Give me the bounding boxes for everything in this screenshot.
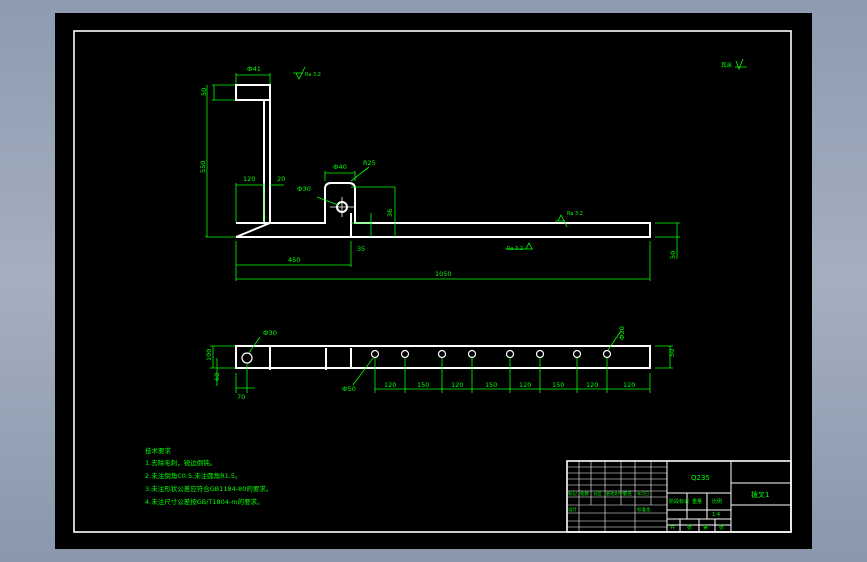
rough-mid: Ra 3.2 [567, 211, 583, 217]
dim-vertical-height: 550 [199, 161, 207, 173]
dim-left-width: 120 [243, 175, 255, 183]
dim-spacing-7: 120 [586, 381, 598, 389]
dim-hole-dia: Ф30 [297, 185, 311, 193]
dim-total-length: 1050 [435, 270, 452, 278]
note-line-1: 1.去除毛刺，锐边倒钝。 [145, 458, 216, 467]
dim-slot-depth: 36 [386, 209, 394, 217]
dim-top-height: 50 [200, 88, 208, 96]
dim-plan-right-height: 50 [668, 349, 676, 357]
row-label-3: 分区 [593, 490, 602, 497]
row-label-1: 标记 [568, 490, 577, 497]
sheet-label-3: 第 [703, 524, 708, 531]
plan-view [235, 345, 651, 370]
plan-dim-text: Ф30 Ф20 100 60 70 Ф50 50 120 150 120 150… [205, 326, 676, 401]
rough-bottom: Ra 3.2 [507, 246, 523, 252]
sheet-label-2: 张 [687, 524, 692, 531]
std-label: 标准化 [637, 506, 651, 513]
cad-drawing: Ф41 50 550 120 20 Ф40 R25 Ф30 36 35 450 … [73, 30, 792, 533]
row-label-2: 处数 [580, 490, 589, 497]
dim-bolt-hole: Ф50 [342, 385, 356, 393]
rough-other: 其余 [721, 61, 733, 69]
row-label-6: 年月日 [637, 490, 649, 496]
dim-right-hole: Ф20 [618, 326, 626, 340]
dim-spacing-8: 120 [623, 381, 635, 389]
dim-spacing-5: 120 [519, 381, 531, 389]
scale-value: 1:4 [712, 512, 720, 518]
dim-end-hole: Ф30 [263, 329, 277, 337]
dim-half-length: 450 [288, 256, 300, 264]
material: Q235 [691, 474, 710, 482]
dim-spacing-1: 120 [384, 381, 396, 389]
dim-height-left: 100 [205, 349, 213, 361]
dim-spacing-4: 150 [485, 381, 497, 389]
plan-holes [241, 349, 612, 364]
top-flange [235, 84, 271, 101]
outer-frame [73, 30, 792, 533]
dim-web-width: 20 [277, 175, 285, 183]
plan-dimensions [210, 330, 673, 393]
weight-label: 重量 [692, 498, 702, 505]
dim-spacing-6: 150 [552, 381, 564, 389]
dim-rib-small: 35 [357, 245, 365, 253]
row-label-5: 签名 [623, 490, 632, 497]
dim-slot-width: Ф40 [333, 163, 347, 171]
drawing-viewport[interactable]: Ф41 50 550 120 20 Ф40 R25 Ф30 36 35 450 … [55, 13, 812, 549]
dim-left-offset: 70 [237, 393, 245, 401]
design-label: 设计 [568, 506, 577, 513]
note-line-4: 4.未注尺寸公差按GB/T1804-m的要求。 [145, 497, 264, 506]
rough-top: Ra 3.2 [305, 72, 321, 78]
front-view [235, 84, 651, 238]
dim-slot-radius: R25 [363, 159, 376, 167]
technical-notes: 技术要求 1.去除毛刺，锐边倒钝。 2.未注倒角C0.5,未注圆角R1.5。 3… [145, 446, 272, 506]
note-line-2: 2.未注倒角C0.5,未注圆角R1.5。 [145, 471, 242, 480]
dim-spacing-3: 120 [451, 381, 463, 389]
note-line-3: 3.未注形状公差应符合GB1184-80的要求。 [145, 484, 272, 493]
part-name: 拨叉1 [751, 490, 769, 499]
scale-label: 比例 [712, 498, 722, 505]
dim-height-left2: 60 [213, 373, 221, 381]
notes-title: 技术要求 [145, 446, 172, 455]
front-dim-text: Ф41 50 550 120 20 Ф40 R25 Ф30 36 35 450 … [199, 61, 733, 278]
dim-spacing-2: 150 [417, 381, 429, 389]
sheet-label-1: 共 [670, 524, 675, 531]
stage-label: 阶段标记 [669, 498, 689, 505]
sheet-label-4: 张 [719, 524, 724, 531]
plan-steps [269, 346, 352, 370]
dim-right-height: 50 [669, 251, 677, 259]
vertical-arm [263, 100, 271, 224]
front-dimensions [205, 58, 747, 281]
dim-top-width: Ф41 [247, 65, 261, 73]
